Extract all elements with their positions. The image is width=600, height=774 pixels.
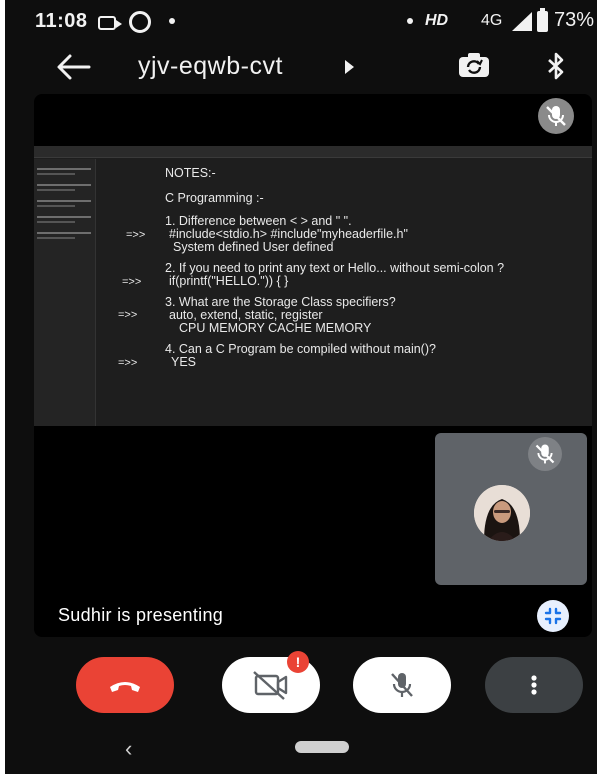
mic-toggle-button[interactable]: [353, 657, 451, 713]
doc-line: #include<stdio.h> #include"myheaderfile.…: [169, 227, 408, 241]
shared-window-sidebar: [34, 159, 96, 426]
phone-screen: 11:08 HD 4G 73% yjv-eqwb-cvt NOTES:- C P…: [5, 0, 597, 774]
sidebar-entry: [37, 213, 91, 225]
shared-document: NOTES:- C Programming :- 1. Difference b…: [96, 159, 592, 426]
shared-window-titlebar: [34, 146, 592, 158]
end-call-button[interactable]: [76, 657, 174, 713]
doc-line: YES: [171, 355, 197, 369]
doc-line: 3. What are the Storage Class specifiers…: [165, 295, 396, 309]
battery-percent: 73%: [554, 9, 595, 31]
mic-off-icon: [546, 106, 566, 126]
camera-warning-badge: !: [287, 651, 309, 673]
doc-line: System defined User defined: [173, 240, 334, 254]
avatar-photo: [474, 485, 530, 541]
mic-off-icon: [535, 444, 555, 464]
switch-camera-icon[interactable]: [457, 51, 491, 81]
meeting-code[interactable]: yjv-eqwb-cvt: [138, 52, 283, 81]
meeting-header: yjv-eqwb-cvt: [5, 48, 597, 88]
shared-screen: NOTES:- C Programming :- 1. Difference b…: [34, 146, 592, 426]
signal-icon: [512, 12, 532, 31]
doc-arrow: =>>: [122, 276, 142, 288]
doc-line: NOTES:-: [165, 166, 216, 180]
unpin-button[interactable]: [537, 600, 569, 632]
sidebar-entry: [37, 181, 91, 193]
self-view-tile[interactable]: [435, 433, 587, 585]
doc-line: 1. Difference between < > and " ".: [165, 214, 352, 228]
network-type: 4G: [481, 12, 503, 29]
status-time: 11:08: [35, 10, 88, 32]
doc-line: 2. If you need to print any text or Hell…: [165, 261, 505, 275]
collapse-icon: [544, 607, 562, 625]
phone-hangup-icon: [110, 682, 140, 692]
doc-line: CPU MEMORY CACHE MEMORY: [179, 321, 372, 335]
doc-arrow: =>>: [118, 357, 138, 369]
nav-home-pill[interactable]: [295, 741, 349, 753]
sidebar-entry: [37, 165, 91, 177]
doc-arrow: =>>: [118, 309, 138, 321]
sidebar-entry: [37, 229, 91, 241]
screen-record-icon: [98, 16, 122, 30]
hd-indicator: HD: [425, 12, 449, 29]
doc-arrow: =>>: [126, 229, 146, 241]
doc-line: auto, extend, static, register: [169, 308, 323, 322]
bluetooth-icon[interactable]: [545, 51, 567, 81]
more-options-button[interactable]: [485, 657, 583, 713]
self-mic-off: [528, 437, 562, 471]
doc-line: C Programming :-: [165, 191, 264, 205]
sidebar-entry: [37, 197, 91, 209]
battery-icon: [537, 8, 548, 32]
avatar: [474, 485, 530, 541]
notification-dot-icon: [169, 18, 175, 24]
doc-line: if(printf("HELLO.")) { }: [169, 274, 289, 288]
presenter-mic-off: [538, 98, 574, 134]
presenting-label: Sudhir is presenting: [58, 605, 224, 625]
caret-right-icon[interactable]: [345, 60, 354, 74]
nav-back-button[interactable]: ‹: [125, 736, 132, 762]
more-vert-icon: [531, 675, 537, 695]
status-bar: 11:08 HD 4G 73%: [5, 0, 597, 46]
notification-dot-icon: [407, 18, 413, 24]
whatsapp-icon: [129, 11, 151, 33]
arrow-left-icon[interactable]: [55, 52, 91, 82]
doc-line: 4. Can a C Program be compiled without m…: [165, 342, 436, 356]
mic-off-icon: [391, 673, 413, 697]
